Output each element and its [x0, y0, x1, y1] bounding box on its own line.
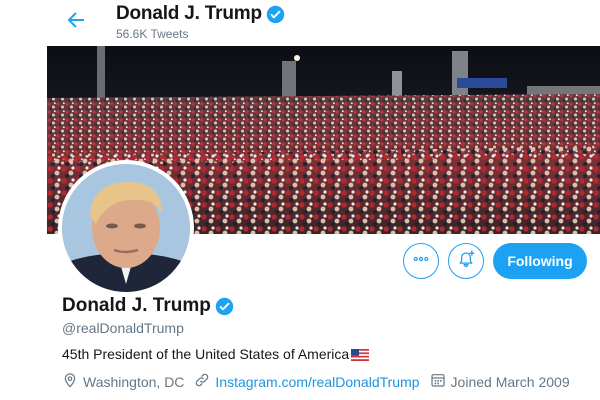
- location-pin-icon: [62, 372, 83, 391]
- back-arrow-icon[interactable]: [64, 8, 88, 32]
- profile-bio: 45th President of the United States of A…: [62, 346, 370, 362]
- profile-meta: Washington, DC Instagram.com/realDonaldT…: [62, 372, 580, 391]
- joined-text: Joined March 2009: [450, 373, 570, 390]
- header-title: Donald J. Trump: [116, 3, 285, 25]
- website-link[interactable]: Instagram.com/realDonaldTrump: [215, 374, 419, 390]
- tweet-count: 56.6K Tweets: [116, 27, 189, 41]
- profile-joined: Joined March 2009: [430, 372, 570, 391]
- verified-badge-icon: [266, 5, 285, 24]
- profile-name: Donald J. Trump: [62, 295, 234, 317]
- more-dots-icon: [412, 250, 430, 273]
- add-notification-icon: [456, 249, 476, 274]
- header-name: Donald J. Trump: [116, 3, 262, 24]
- calendar-icon: [430, 372, 451, 391]
- notifications-button[interactable]: [448, 243, 484, 279]
- verified-badge-icon: [215, 297, 234, 316]
- profile-handle: @realDonaldTrump: [62, 320, 184, 336]
- link-icon: [194, 372, 215, 391]
- profile-website: Instagram.com/realDonaldTrump: [194, 372, 420, 391]
- us-flag-icon: [351, 348, 370, 361]
- bio-text: 45th President of the United States of A…: [62, 346, 350, 362]
- profile-header-bar: Donald J. Trump 56.6K Tweets: [0, 0, 600, 46]
- following-button[interactable]: Following: [493, 243, 587, 279]
- profile-display-name: Donald J. Trump: [62, 295, 211, 316]
- location-text: Washington, DC: [83, 373, 185, 390]
- profile-location: Washington, DC: [62, 372, 184, 391]
- profile-actions: Following: [0, 243, 600, 283]
- more-options-button[interactable]: [403, 243, 439, 279]
